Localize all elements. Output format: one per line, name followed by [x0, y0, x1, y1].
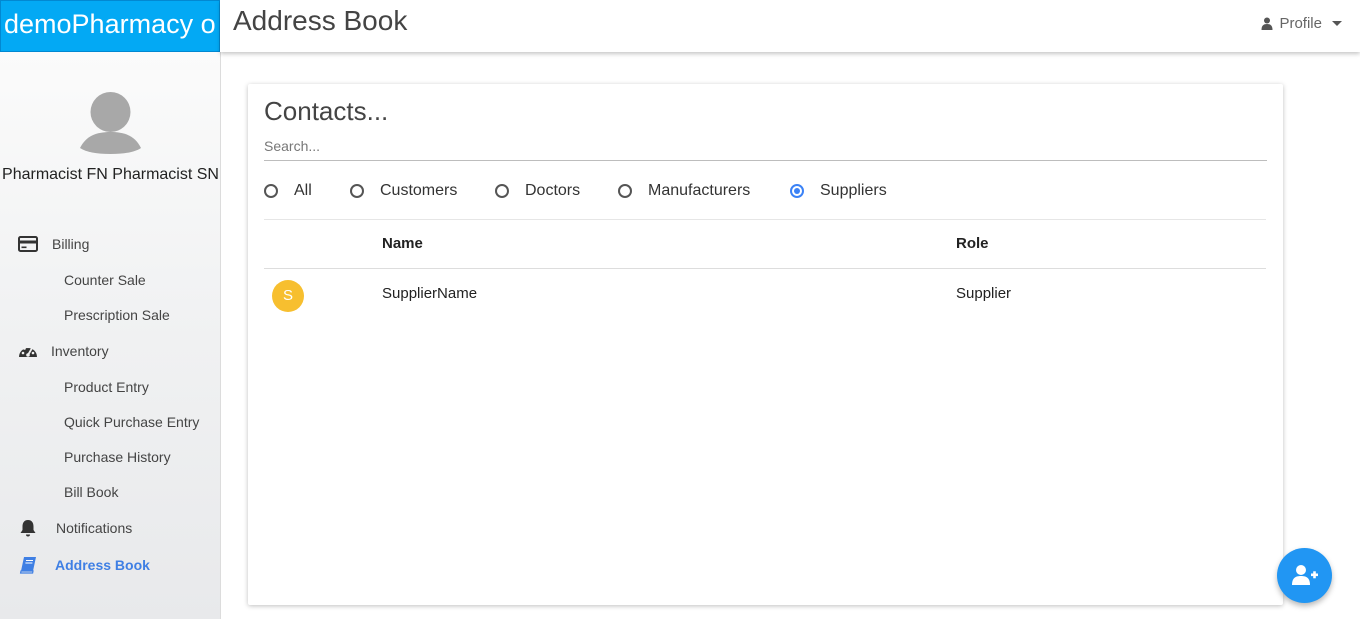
- contact-role: Supplier: [956, 285, 1012, 302]
- add-contact-button[interactable]: [1277, 548, 1332, 603]
- radio-button[interactable]: [350, 184, 364, 198]
- sidebar-item-address-book[interactable]: Address Book: [0, 549, 221, 581]
- bell-icon: [20, 520, 36, 537]
- credit-card-icon: [18, 236, 38, 252]
- column-header-role: Role: [956, 235, 989, 252]
- filter-all-radio[interactable]: All: [264, 182, 312, 200]
- add-user-icon: [1292, 565, 1318, 585]
- filter-customers-radio[interactable]: Customers: [350, 182, 457, 200]
- divider: [264, 268, 1266, 269]
- sidebar-subitem-prescription-sale[interactable]: Prescription Sale: [64, 307, 170, 323]
- radio-label: Suppliers: [820, 182, 887, 199]
- sidebar-item-notifications[interactable]: Notifications: [0, 512, 221, 544]
- filter-manufacturers-radio[interactable]: Manufacturers: [618, 182, 750, 200]
- filter-doctors-radio[interactable]: Doctors: [495, 182, 580, 200]
- avatar: [80, 92, 141, 154]
- search-input[interactable]: [264, 132, 1267, 161]
- dashboard-gauge-icon: [19, 345, 37, 357]
- sidebar-item-label: Billing: [52, 236, 90, 252]
- sidebar-subitem-purchase-history[interactable]: Purchase History: [64, 449, 171, 465]
- page-title: Address Book: [233, 5, 408, 36]
- top-header: Address Book Profile: [220, 0, 1360, 52]
- contacts-card: Contacts... All Customers Doctors Manufa…: [248, 84, 1283, 605]
- sidebar-subitem-product-entry[interactable]: Product Entry: [64, 379, 149, 395]
- contact-name: SupplierName: [382, 285, 478, 302]
- radio-label: Manufacturers: [648, 182, 751, 199]
- sidebar-subitem-bill-book[interactable]: Bill Book: [64, 484, 118, 500]
- profile-label: Profile: [1279, 15, 1322, 32]
- radio-label: Doctors: [525, 182, 581, 199]
- brand-title: demoPharmacy o: [4, 9, 216, 39]
- user-name: Pharmacist FN Pharmacist SN: [2, 166, 219, 183]
- profile-menu[interactable]: Profile: [1261, 15, 1342, 32]
- sidebar-item-billing[interactable]: Billing: [0, 228, 221, 260]
- sidebar-item-label: Address Book: [55, 557, 150, 573]
- radio-label: All: [294, 182, 312, 199]
- table-row[interactable]: S SupplierName Supplier: [264, 270, 1266, 318]
- book-icon: [19, 557, 36, 574]
- radio-button[interactable]: [790, 184, 804, 198]
- sidebar-item-inventory[interactable]: Inventory: [0, 335, 221, 367]
- sidebar-item-label: Notifications: [56, 520, 133, 536]
- divider: [264, 219, 1266, 220]
- caret-down-icon: [1332, 21, 1342, 26]
- radio-button[interactable]: [264, 184, 278, 198]
- contact-avatar: S: [272, 280, 304, 312]
- sidebar-item-label: Inventory: [51, 343, 109, 359]
- brand-logo[interactable]: demoPharmacy o: [0, 0, 220, 52]
- contacts-title: Contacts...: [264, 96, 389, 126]
- user-icon: [1261, 17, 1273, 30]
- radio-label: Customers: [380, 182, 458, 199]
- radio-button[interactable]: [495, 184, 509, 198]
- sidebar-subitem-counter-sale[interactable]: Counter Sale: [64, 272, 146, 288]
- radio-button[interactable]: [618, 184, 632, 198]
- sidebar: Pharmacist FN Pharmacist SN Billing Coun…: [0, 52, 221, 619]
- sidebar-subitem-quick-purchase-entry[interactable]: Quick Purchase Entry: [64, 414, 199, 430]
- column-header-name: Name: [382, 235, 423, 252]
- filter-suppliers-radio[interactable]: Suppliers: [790, 182, 887, 200]
